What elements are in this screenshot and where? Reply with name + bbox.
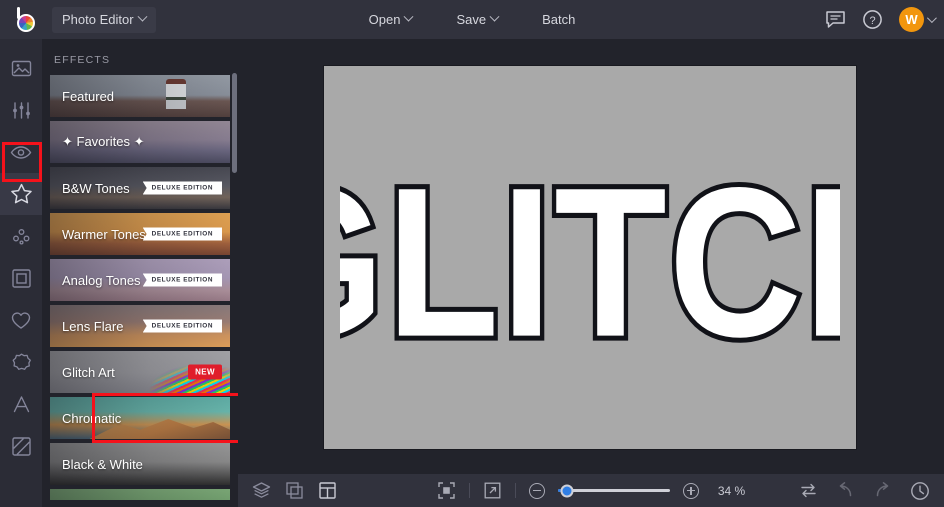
divider <box>514 483 516 498</box>
zoom-slider[interactable] <box>557 484 670 497</box>
save-button[interactable]: Save <box>446 7 508 33</box>
canvas-area: GLITCH <box>238 39 944 474</box>
panel-layout-icon[interactable] <box>318 481 337 500</box>
deluxe-edition-badge: DELUXE EDITION <box>142 319 222 333</box>
effect-thumbnail-shade <box>50 489 230 500</box>
photo-editor-window: Photo Editor Open Save Batch ? W EFFECTS… <box>0 0 944 507</box>
zoom-in-button[interactable] <box>682 482 699 499</box>
sidebar-item-stickers[interactable] <box>0 299 42 341</box>
effects-list-item-label: Warmer Tones <box>62 226 146 242</box>
svg-text:GLITCH: GLITCH <box>340 144 840 373</box>
zoom-out-button[interactable] <box>528 482 545 499</box>
batch-button[interactable]: Batch <box>532 7 585 33</box>
svg-text:?: ? <box>869 15 875 27</box>
top-toolbar-right: ? W <box>825 0 937 39</box>
sidebar-item-overlays[interactable] <box>0 215 42 257</box>
batch-label: Batch <box>542 12 576 27</box>
question-mark-icon[interactable]: ? <box>862 9 883 30</box>
effects-list-item-label: Featured <box>62 88 115 104</box>
effects-list-item-label: Chromatic <box>62 410 122 426</box>
avatar[interactable]: W <box>899 7 924 32</box>
fit-to-screen-icon[interactable] <box>437 481 456 500</box>
effects-panel-title: EFFECTS <box>54 54 111 66</box>
effects-list-item[interactable]: Chromatic <box>50 397 230 439</box>
deluxe-edition-badge: DELUXE EDITION <box>142 227 222 241</box>
effects-list-item[interactable] <box>50 489 230 500</box>
open-button[interactable]: Open <box>359 7 423 33</box>
sidebar-item-retouch[interactable] <box>0 131 42 173</box>
redo-arrow-icon[interactable] <box>873 481 892 500</box>
chevron-down-icon <box>404 11 414 22</box>
undo-arrow-icon[interactable] <box>836 481 855 500</box>
left-tool-rail <box>0 39 42 507</box>
chevron-down-icon[interactable] <box>926 13 937 24</box>
effects-list-item[interactable]: Warmer Tones DELUXE EDITION <box>50 213 230 255</box>
expand-icon[interactable] <box>483 481 502 500</box>
effects-panel: EFFECTS Featured ✦ Favorites ✦ B&W Tones DE… <box>42 39 238 507</box>
effects-list-item[interactable]: ✦ Favorites ✦ <box>50 121 230 163</box>
sidebar-item-effects[interactable] <box>0 173 42 215</box>
deluxe-edition-badge: DELUXE EDITION <box>142 181 222 195</box>
sidebar-item-shapes[interactable] <box>0 341 42 383</box>
sidebar-item-text[interactable] <box>0 383 42 425</box>
open-label: Open <box>368 12 401 27</box>
effects-list-item-label: Glitch Art <box>62 364 115 380</box>
effects-list-item-label: B&W Tones <box>62 180 130 196</box>
app-menu-button[interactable]: Photo Editor <box>52 6 156 33</box>
effects-list-item[interactable]: Featured <box>50 75 230 117</box>
bottom-toolbar-right <box>799 481 930 501</box>
effects-list-item[interactable]: Glitch Art NEW <box>50 351 230 393</box>
new-badge: NEW <box>188 364 222 380</box>
clock-history-icon[interactable] <box>910 481 930 501</box>
compare-swap-icon[interactable] <box>799 481 818 500</box>
effects-list: Featured ✦ Favorites ✦ B&W Tones DELUXE EDI… <box>42 75 238 500</box>
image-canvas[interactable]: GLITCH <box>324 66 856 449</box>
effects-panel-scrollbar[interactable] <box>232 73 237 173</box>
layers-icon[interactable] <box>252 481 271 500</box>
sidebar-item-image[interactable] <box>0 47 42 89</box>
chevron-down-icon <box>489 11 500 22</box>
zoom-slider-thumb[interactable] <box>560 484 574 497</box>
effects-list-item-label: Black & White <box>62 456 143 472</box>
effects-list-item[interactable]: Lens Flare DELUXE EDITION <box>50 305 230 347</box>
zoom-level-label: 34 % <box>717 483 746 498</box>
save-label: Save <box>456 12 487 27</box>
effects-list-item-label: ✦ Favorites ✦ <box>62 134 145 149</box>
sidebar-item-textures[interactable] <box>0 425 42 467</box>
bottom-toolbar: 34 % <box>238 474 944 507</box>
app-menu-label: Photo Editor <box>62 12 134 27</box>
effects-list-item[interactable]: B&W Tones DELUXE EDITION <box>50 167 230 209</box>
sidebar-item-frames[interactable] <box>0 257 42 299</box>
divider <box>468 483 470 498</box>
avatar-initial: W <box>905 12 918 27</box>
canvas-text-render: GLITCH <box>340 143 840 373</box>
effects-list-item[interactable]: Analog Tones DELUXE EDITION <box>50 259 230 301</box>
speech-bubble-icon[interactable] <box>825 10 846 29</box>
effects-list-item-label: Analog Tones <box>62 272 141 288</box>
chevron-down-icon <box>137 11 147 22</box>
sidebar-item-adjust[interactable] <box>0 89 42 131</box>
bottom-toolbar-left <box>252 481 337 500</box>
top-toolbar: Photo Editor Open Save Batch ? W <box>0 0 944 39</box>
deluxe-edition-badge: DELUXE EDITION <box>142 273 222 287</box>
effects-list-item[interactable]: Black & White <box>50 443 230 485</box>
effects-list-item-label: Lens Flare <box>62 318 124 334</box>
crop-icon[interactable] <box>285 481 304 500</box>
app-logo-icon <box>12 6 38 33</box>
